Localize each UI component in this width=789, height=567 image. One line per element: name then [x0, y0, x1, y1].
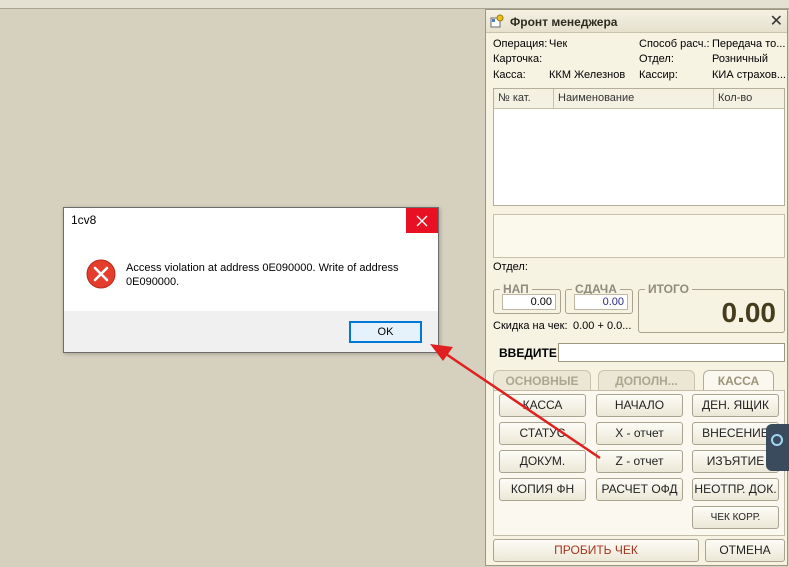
annotation-arrow: [430, 344, 601, 460]
